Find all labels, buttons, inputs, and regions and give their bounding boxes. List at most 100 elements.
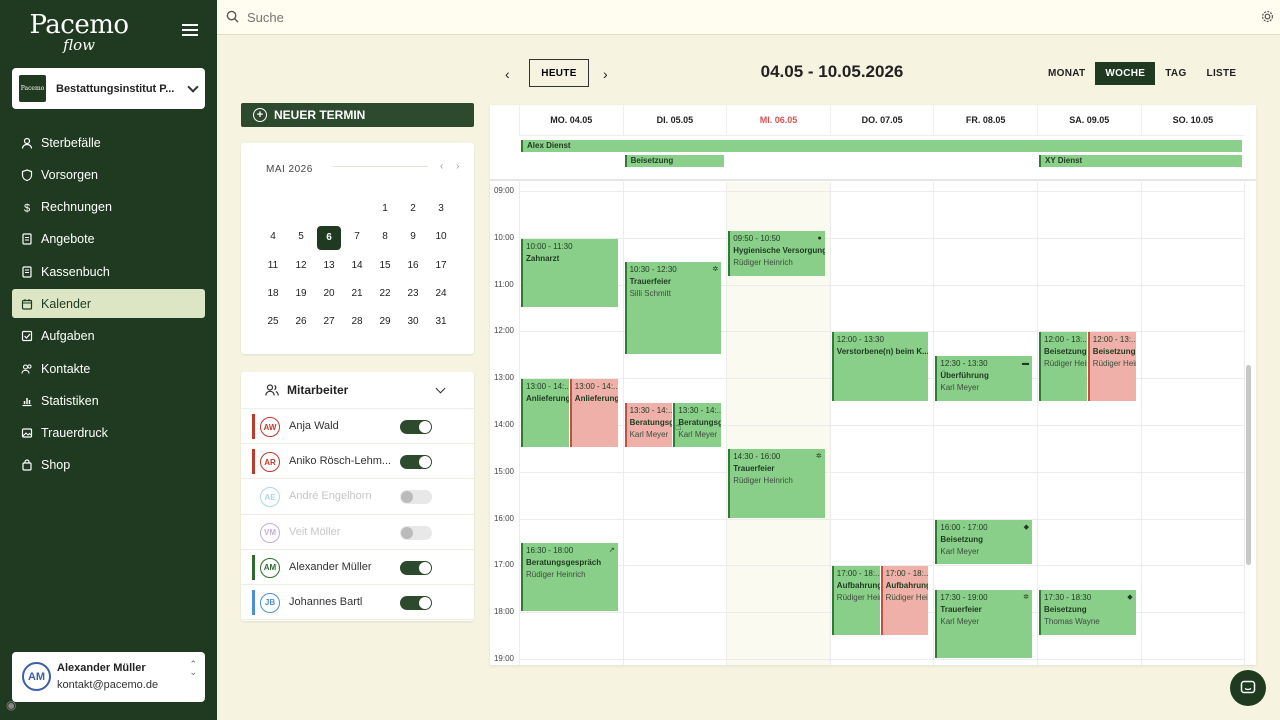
all-day-event[interactable]: Beisetzung <box>624 155 725 167</box>
mini-calendar-day[interactable]: 1 <box>371 198 399 226</box>
search-input[interactable] <box>247 7 1147 27</box>
mini-calendar-day[interactable]: 6 <box>315 226 343 254</box>
all-day-event[interactable]: XY Dienst <box>1039 155 1243 167</box>
mini-calendar-day[interactable]: 26 <box>287 311 315 339</box>
app-logo[interactable]: Pacemo flow <box>24 10 134 54</box>
day-header[interactable]: DO. 07.05 <box>829 105 934 136</box>
settings-gear-icon[interactable] <box>1261 10 1274 23</box>
today-button[interactable]: HEUTE <box>529 59 589 87</box>
mini-calendar-day[interactable]: 16 <box>399 255 427 283</box>
event-time: 17:00 - 18:... <box>885 569 929 579</box>
mini-calendar-day[interactable]: 14 <box>343 255 371 283</box>
chat-button[interactable] <box>1230 670 1266 706</box>
mini-calendar-day[interactable]: 15 <box>371 255 399 283</box>
eye-icon[interactable]: ◉ <box>6 698 16 712</box>
sidebar-item-statistiken[interactable]: Statistiken <box>12 386 205 415</box>
calendar-event[interactable]: 12:00 - 13:30 Verstorbene(n) beim K... <box>831 332 929 401</box>
view-woche[interactable]: WOCHE <box>1095 62 1156 85</box>
day-header[interactable]: SO. 10.05 <box>1140 105 1245 136</box>
day-header[interactable]: DI. 05.05 <box>622 105 727 136</box>
mini-calendar-day[interactable]: 18 <box>259 283 287 311</box>
mini-calendar-day[interactable]: 23 <box>399 283 427 311</box>
mini-calendar-day[interactable]: 28 <box>343 311 371 339</box>
sidebar-item-angebote[interactable]: Angebote <box>12 225 205 254</box>
calendar-event[interactable]: 16:00 - 17:00 Beisetzung Karl Meyer ◆ <box>935 519 1032 565</box>
calendar-event[interactable]: 13:00 - 14:... Anlieferung <box>569 379 618 448</box>
mini-calendar-day[interactable]: 3 <box>427 198 455 226</box>
mini-calendar-day[interactable]: 27 <box>315 311 343 339</box>
sidebar-item-shop[interactable]: Shop <box>12 451 205 480</box>
mini-calendar-day[interactable]: 9 <box>399 226 427 254</box>
mini-calendar-day[interactable]: 12 <box>287 255 315 283</box>
document-icon <box>21 233 33 245</box>
new-appointment-button[interactable]: + NEUER TERMIN <box>241 103 474 127</box>
calendar-event[interactable]: 17:30 - 19:00 Trauerfeier Karl Meyer ✲ <box>935 589 1032 658</box>
mini-calendar-day[interactable]: 5 <box>287 226 315 254</box>
mini-calendar-day[interactable]: 8 <box>371 226 399 254</box>
sidebar-item-sterbef-lle[interactable]: Sterbefälle <box>12 128 205 157</box>
calendar-event[interactable]: 10:30 - 12:30 Trauerfeier Silli Schmitt ✲ <box>624 262 722 354</box>
calendar-event[interactable]: 09:50 - 10:50 Hygienische Versorgung Rüdig… <box>728 231 825 276</box>
staff-visibility-toggle[interactable] <box>400 455 432 470</box>
staff-visibility-toggle[interactable] <box>400 490 432 505</box>
mini-calendar-day[interactable]: 22 <box>371 283 399 311</box>
staff-visibility-toggle[interactable] <box>400 560 432 575</box>
mini-calendar-day[interactable]: 10 <box>427 226 455 254</box>
mini-calendar-day[interactable]: 31 <box>427 311 455 339</box>
calendar-event[interactable]: 12:30 - 13:30 Überführung Karl Meyer ▬ <box>935 355 1032 401</box>
previous-week-icon[interactable]: ‹ <box>505 66 510 82</box>
mini-calendar-day[interactable]: 11 <box>259 255 287 283</box>
day-header[interactable]: SA. 09.05 <box>1037 105 1141 136</box>
staff-visibility-toggle[interactable] <box>400 525 432 540</box>
sidebar-item-aufgaben[interactable]: Aufgaben <box>12 322 205 351</box>
sidebar-item-kassenbuch[interactable]: Kassenbuch <box>12 257 205 286</box>
calendar-event[interactable]: 10:00 - 11:30 Zahnarzt <box>521 238 618 307</box>
sidebar-item-trauerdruck[interactable]: Trauerdruck <box>12 419 205 448</box>
staff-visibility-toggle[interactable] <box>400 420 432 434</box>
view-tag[interactable]: TAG <box>1155 62 1196 85</box>
mini-calendar-day[interactable]: 17 <box>427 255 455 283</box>
mini-calendar-day[interactable]: 24 <box>427 283 455 311</box>
calendar-scrollbar[interactable] <box>1245 182 1253 665</box>
mini-calendar-day[interactable]: 21 <box>343 283 371 311</box>
calendar-event[interactable]: 13:30 - 14:... Beratungsgespräch Karl Meye… <box>624 402 673 448</box>
sidebar-item-kontakte[interactable]: Kontakte <box>12 354 205 383</box>
sidebar-item-kalender[interactable]: Kalender <box>12 289 205 319</box>
organization-selector[interactable]: Pacemo Bestattungsinstitut P... <box>12 68 205 109</box>
mini-calendar-day[interactable]: 20 <box>315 283 343 311</box>
mini-calendar-day[interactable]: 7 <box>343 226 371 254</box>
calendar-event[interactable]: 17:00 - 18:... Aufbahrung Rüdiger Heinrich <box>880 566 929 635</box>
user-menu[interactable]: AM Alexander Müller kontakt@pacemo.de ⌃ ⌄ <box>12 652 205 702</box>
avatar: AR <box>260 452 280 473</box>
sidebar-item-rechnungen[interactable]: $ Rechnungen <box>12 193 205 222</box>
calendar-event[interactable]: 13:00 - 14:... Anlieferung <box>521 379 569 448</box>
mini-calendar-day[interactable]: 29 <box>371 311 399 339</box>
calendar-event[interactable]: 12:00 - 13:... Beisetzung Rüdiger Heinrich <box>1087 332 1136 401</box>
calendar-event[interactable]: 17:00 - 18:... Aufbahrung Rüdiger Heinrich <box>831 566 880 635</box>
chevron-right-icon[interactable]: › <box>456 161 459 172</box>
mini-calendar-day[interactable]: 4 <box>259 226 287 254</box>
selected-day[interactable]: 6 <box>317 226 341 251</box>
mini-calendar-day[interactable]: 2 <box>399 198 427 226</box>
day-header[interactable]: MO. 04.05 <box>519 105 623 136</box>
chevron-left-icon[interactable]: ‹ <box>440 161 443 172</box>
menu-toggle-icon[interactable] <box>182 24 198 37</box>
mini-calendar-day[interactable]: 13 <box>315 255 343 283</box>
all-day-event[interactable]: Alex Dienst <box>521 140 1243 152</box>
scrollbar-thumb[interactable] <box>1246 365 1251 565</box>
view-monat[interactable]: MONAT <box>1038 62 1095 85</box>
calendar-event[interactable]: 16:30 - 18:00 Beratungsgespräch Rüdiger He… <box>521 543 618 612</box>
calendar-event[interactable]: 17:30 - 18:30 Beisetzung Thomas Wayne ◆ <box>1039 589 1136 635</box>
calendar-event[interactable]: 14:30 - 16:00 Trauerfeier Rüdiger Heinrich… <box>728 449 825 518</box>
view-liste[interactable]: LISTE <box>1197 62 1247 85</box>
search-icon <box>226 10 239 23</box>
sidebar-item-vorsorgen[interactable]: Vorsorgen <box>12 160 205 189</box>
day-header[interactable]: FR. 08.05 <box>933 105 1037 136</box>
calendar-event[interactable]: 12:00 - 13:... Beisetzung Rüdiger Heinrich <box>1039 332 1087 401</box>
next-week-icon[interactable]: › <box>603 66 608 82</box>
staff-visibility-toggle[interactable] <box>400 595 432 610</box>
day-header[interactable]: MI. 06.05 <box>726 105 830 136</box>
mini-calendar-day[interactable]: 25 <box>259 311 287 339</box>
mini-calendar-day[interactable]: 19 <box>287 283 315 311</box>
mini-calendar-day[interactable]: 30 <box>399 311 427 339</box>
